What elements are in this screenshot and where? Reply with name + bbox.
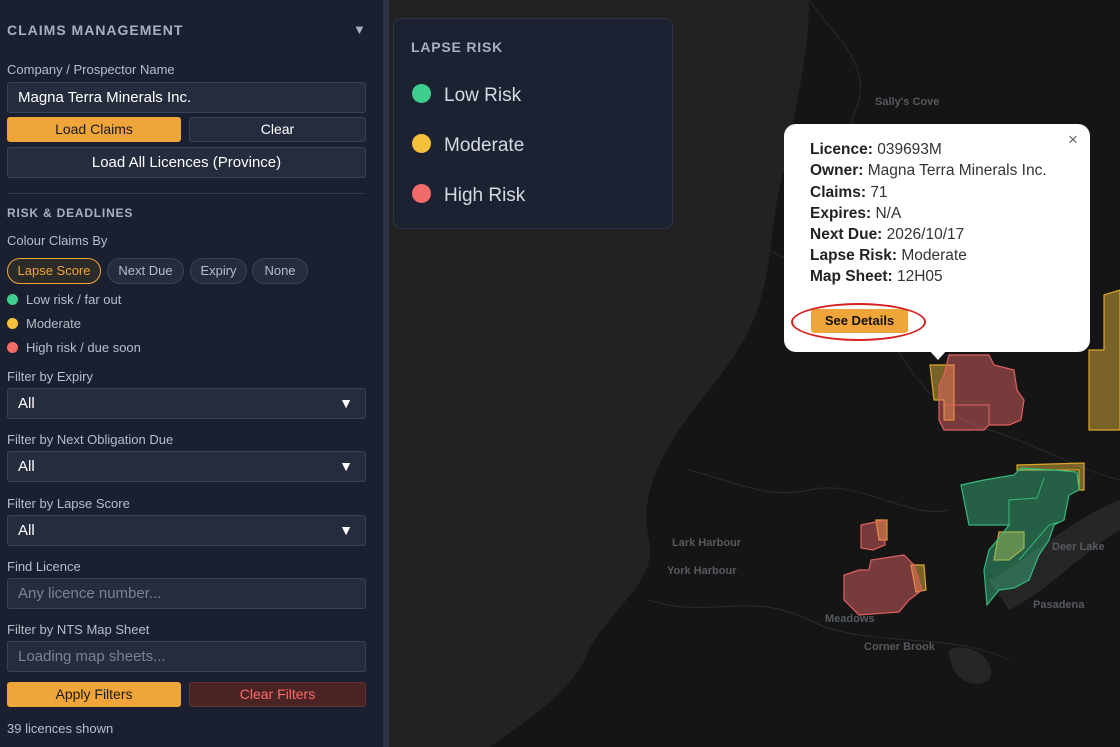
- load-claims-button[interactable]: Load Claims: [7, 117, 181, 142]
- legend-high: High risk / due soon: [7, 340, 141, 355]
- risk-section-title: RISK & DEADLINES: [7, 206, 134, 220]
- nts-filter-label: Filter by NTS Map Sheet: [7, 622, 150, 637]
- divider: [7, 193, 366, 194]
- chip-expiry[interactable]: Expiry: [190, 258, 247, 284]
- place-label: York Harbour: [667, 565, 737, 577]
- legend-high-label: High risk / due soon: [26, 340, 141, 355]
- close-icon[interactable]: ×: [1068, 130, 1078, 150]
- green-dot-icon: [7, 294, 18, 305]
- green-dot-icon: [412, 84, 431, 103]
- clear-filters-button[interactable]: Clear Filters: [189, 682, 366, 707]
- legend-moderate: Moderate: [7, 316, 81, 331]
- apply-filters-button[interactable]: Apply Filters: [7, 682, 181, 707]
- sidebar-panel: CLAIMS MANAGEMENT ▼ Company / Prospector…: [0, 0, 383, 747]
- legend-low: Low risk / far out: [7, 292, 121, 307]
- expiry-filter-label: Filter by Expiry: [7, 369, 93, 384]
- popup-next-due: Next Due: 2026/10/17: [810, 226, 965, 243]
- app-root: CLAIMS MANAGEMENT ▼ Company / Prospector…: [0, 0, 1120, 747]
- chip-none[interactable]: None: [252, 258, 308, 284]
- dropdown-arrow-icon: ▼: [339, 395, 353, 411]
- popup-expires: Expires: N/A: [810, 205, 902, 222]
- next-due-filter-value: All: [18, 458, 35, 475]
- sidebar-title: CLAIMS MANAGEMENT: [7, 22, 184, 38]
- map-legend-high: High Risk: [412, 184, 525, 207]
- popup-lapse-risk: Lapse Risk: Moderate: [810, 247, 967, 264]
- popup-claims: Claims: 71: [810, 184, 888, 201]
- lapse-filter-label: Filter by Lapse Score: [7, 496, 130, 511]
- expiry-filter-select[interactable]: All ▼: [7, 388, 366, 419]
- find-licence-label: Find Licence: [7, 559, 81, 574]
- chip-lapse-score[interactable]: Lapse Score: [7, 258, 101, 284]
- highlight-ring: [791, 303, 926, 341]
- place-label: Lark Harbour: [672, 537, 742, 549]
- licence-count: 39 licences shown: [7, 721, 114, 736]
- next-due-filter-select[interactable]: All ▼: [7, 451, 366, 482]
- place-label: Deer Lake: [1052, 541, 1105, 553]
- licence-popup: × Licence: 039693M Owner: Magna Terra Mi…: [784, 124, 1090, 360]
- popup-licence: Licence: 039693M: [810, 141, 942, 158]
- popup-tip: [929, 350, 947, 360]
- map-legend-title: LAPSE RISK: [411, 39, 504, 55]
- red-dot-icon: [412, 184, 431, 203]
- load-all-licences-button[interactable]: Load All Licences (Province): [7, 147, 366, 178]
- popup-owner: Owner: Magna Terra Minerals Inc.: [810, 162, 1047, 179]
- map-legend-low-label: Low Risk: [444, 85, 522, 106]
- nts-filter-input[interactable]: Loading map sheets...: [7, 641, 366, 672]
- map-legend-high-label: High Risk: [444, 185, 526, 206]
- legend-low-label: Low risk / far out: [26, 292, 122, 307]
- expiry-filter-value: All: [18, 395, 35, 412]
- yellow-dot-icon: [7, 318, 18, 329]
- place-label: Corner Brook: [864, 641, 935, 653]
- map-legend-low: Low Risk: [412, 84, 521, 107]
- place-label: Pasadena: [1033, 599, 1085, 611]
- place-label: Sally's Cove: [875, 96, 940, 108]
- yellow-dot-icon: [412, 134, 431, 153]
- red-dot-icon: [7, 342, 18, 353]
- dropdown-arrow-icon: ▼: [339, 522, 353, 538]
- dropdown-arrow-icon: ▼: [339, 458, 353, 474]
- colour-by-label: Colour Claims By: [7, 233, 108, 248]
- map-legend-moderate-label: Moderate: [444, 135, 525, 156]
- lapse-filter-select[interactable]: All ▼: [7, 515, 366, 546]
- map-legend: LAPSE RISK Low Risk Moderate High Risk: [393, 18, 673, 229]
- chip-next-due[interactable]: Next Due: [107, 258, 184, 284]
- company-label: Company / Prospector Name: [7, 62, 175, 77]
- lapse-filter-value: All: [18, 522, 35, 539]
- find-licence-input[interactable]: Any licence number...: [7, 578, 366, 609]
- company-input[interactable]: Magna Terra Minerals Inc.: [7, 82, 366, 113]
- clear-button[interactable]: Clear: [189, 117, 366, 142]
- place-label: Meadows: [825, 613, 875, 625]
- map-legend-moderate: Moderate: [412, 134, 524, 157]
- collapse-icon[interactable]: ▼: [353, 22, 366, 37]
- popup-map-sheet: Map Sheet: 12H05: [810, 268, 943, 285]
- next-due-filter-label: Filter by Next Obligation Due: [7, 432, 174, 447]
- legend-moderate-label: Moderate: [26, 316, 81, 331]
